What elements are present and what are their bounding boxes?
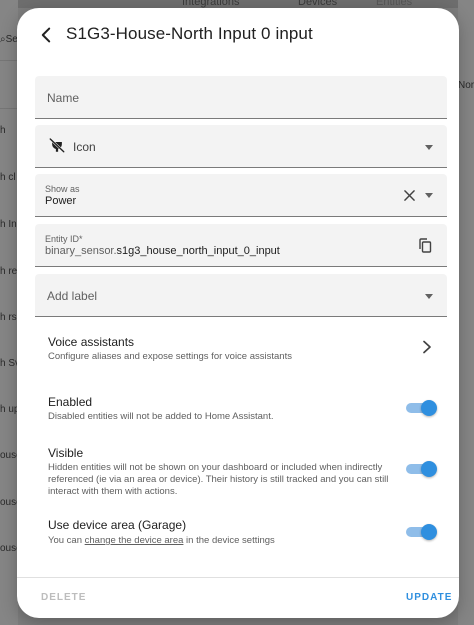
background-divider: [0, 60, 18, 61]
chevron-right-icon: [423, 340, 431, 354]
update-button[interactable]: UPDATE: [406, 592, 452, 603]
power-plug-off-icon: [49, 138, 65, 153]
background-row: h In: [0, 219, 17, 230]
voice-assistants-row[interactable]: Voice assistants Configure aliases and e…: [17, 326, 459, 370]
entity-id-label: Entity ID*: [45, 234, 83, 244]
show-as-label: Show as: [45, 184, 80, 194]
back-button[interactable]: [35, 24, 57, 46]
delete-button[interactable]: DELETE: [41, 592, 86, 603]
icon-picker[interactable]: Icon: [35, 125, 447, 168]
icon-picker-label: Icon: [73, 140, 96, 154]
entity-settings-dialog: S1G3-House-North Input 0 input Name Icon…: [17, 8, 459, 618]
device-area-title: Use device area (Garage): [48, 518, 187, 532]
add-label-select[interactable]: Add label: [35, 274, 447, 317]
background-top-bar: Integrations Devices Entities: [0, 0, 474, 8]
background-row: h re: [0, 266, 18, 277]
background-row: ouse: [0, 497, 18, 508]
enabled-title: Enabled: [48, 395, 93, 409]
background-row: h up: [0, 404, 18, 415]
show-as-select[interactable]: Show as Power: [35, 174, 447, 217]
dialog-header: S1G3-House-North Input 0 input: [17, 8, 459, 64]
background-row: h Sv: [0, 358, 18, 369]
enabled-toggle-thumb: [421, 400, 437, 416]
background-tab-devices: Devices: [298, 0, 338, 8]
entity-id-value: binary_sensor.s1g3_house_north_input_0_i…: [45, 245, 280, 257]
close-icon[interactable]: [404, 190, 415, 201]
background-right-fragment: Nor: [458, 80, 474, 91]
add-label-text: Add label: [47, 289, 98, 303]
visible-subtitle: Hidden entities will not be shown on you…: [48, 462, 389, 497]
chevron-down-icon: [425, 294, 433, 299]
dialog-title: S1G3-House-North Input 0 input: [66, 24, 313, 43]
entity-id-prefix: binary_sensor.: [45, 245, 117, 257]
name-input[interactable]: Name: [35, 76, 447, 119]
chevron-down-icon: [425, 193, 433, 198]
device-area-toggle[interactable]: [406, 524, 437, 540]
device-area-toggle-thumb: [421, 524, 437, 540]
entity-id-input[interactable]: Entity ID* binary_sensor.s1g3_house_nort…: [35, 224, 447, 267]
arrow-left-icon: [41, 27, 51, 43]
background-right-column: [458, 0, 474, 625]
show-as-value: Power: [45, 195, 77, 207]
name-input-label: Name: [47, 91, 80, 105]
background-tab-entities: Entities: [376, 0, 413, 8]
enabled-toggle[interactable]: [406, 400, 437, 416]
change-device-area-link[interactable]: change the device area: [85, 535, 184, 546]
background-search-fragment: ⌕Se: [0, 34, 18, 45]
background-tab-integrations: Integrations: [182, 0, 240, 8]
visible-title: Visible: [48, 446, 84, 460]
background-divider: [0, 108, 18, 109]
background-row: h cl: [0, 172, 16, 183]
voice-assistants-subtitle: Configure aliases and expose settings fo…: [48, 351, 292, 362]
visible-toggle-thumb: [421, 461, 437, 477]
device-area-subtitle: You can change the device area in the de…: [48, 535, 275, 546]
background-row: h: [0, 125, 6, 136]
voice-assistants-title: Voice assistants: [48, 335, 135, 349]
enabled-subtitle: Disabled entities will not be added to H…: [48, 411, 274, 422]
footer-divider: [17, 577, 459, 578]
background-row: ouse: [0, 450, 18, 461]
visible-toggle[interactable]: [406, 461, 437, 477]
background-row: ouse: [0, 543, 18, 554]
entity-id-text: s1g3_house_north_input_0_input: [116, 245, 280, 257]
chevron-down-icon: [425, 145, 433, 150]
content-copy-icon[interactable]: [418, 238, 432, 253]
background-row: h rs: [0, 312, 17, 323]
